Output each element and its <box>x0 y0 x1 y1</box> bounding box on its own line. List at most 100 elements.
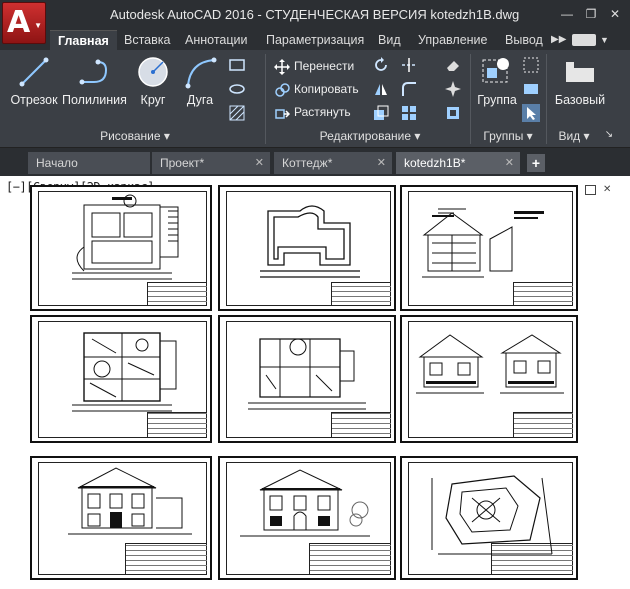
ribbon: Отрезок Полилиния Круг Дуга Рисование ▾ … <box>0 50 630 148</box>
close-icon[interactable]: ✕ <box>377 152 386 174</box>
draw-panel-title[interactable]: Рисование ▾ <box>90 129 180 145</box>
group-edit-icon[interactable] <box>522 80 540 98</box>
close-button[interactable]: ✕ <box>608 7 622 21</box>
ribbon-tab-bar: Главная Вставка Аннотации Параметризация… <box>0 30 630 50</box>
new-tab-button[interactable]: + <box>527 154 545 172</box>
rectangle-icon[interactable] <box>228 56 246 74</box>
more-tabs-icon[interactable]: ▶▶ <box>551 30 566 50</box>
tab-parametric[interactable]: Параметризация <box>266 30 364 50</box>
drawing-area[interactable]: [−][Сверху][2D-каркас] ✕ <box>0 176 630 589</box>
stretch-button[interactable]: Растянуть <box>274 102 351 122</box>
section-drawing <box>422 208 544 278</box>
groups-panel-title[interactable]: Группы ▾ <box>476 129 540 145</box>
drawing-sheet[interactable] <box>400 185 578 311</box>
close-icon[interactable]: ✕ <box>505 152 514 174</box>
line-label: Отрезок <box>10 93 58 107</box>
site-plan-drawing <box>431 475 553 555</box>
drawing-sheet[interactable] <box>400 315 578 443</box>
move-icon <box>274 58 290 75</box>
circle-button[interactable]: Круг <box>130 54 176 107</box>
doc-tab-kotedzh1b[interactable]: kotedzh1B* ✕ <box>396 152 520 174</box>
rotate-icon[interactable] <box>372 56 390 74</box>
modify-panel-title[interactable]: Редактирование ▾ <box>300 129 440 145</box>
doc-tab-project[interactable]: Проект* ✕ <box>152 152 270 174</box>
arc-icon <box>182 54 218 90</box>
scale-icon[interactable] <box>372 104 390 122</box>
panel-divider <box>470 54 471 144</box>
stretch-icon <box>274 105 291 121</box>
line-button[interactable]: Отрезок <box>6 54 62 107</box>
facade-drawing <box>240 469 370 537</box>
chevron-down-icon[interactable]: ▼ <box>600 30 609 50</box>
group-button[interactable]: Группа <box>474 54 520 107</box>
explode-icon[interactable] <box>444 80 462 98</box>
array-icon[interactable] <box>400 104 418 122</box>
copy-icon <box>274 82 290 98</box>
drawing-sheet[interactable] <box>218 185 396 311</box>
drawing-sheet[interactable] <box>218 456 396 580</box>
drawing-sheet[interactable] <box>218 315 396 443</box>
autocad-logo-icon: A <box>7 5 31 40</box>
base-view-label: Базовый <box>554 93 606 107</box>
tab-home[interactable]: Главная <box>50 30 117 50</box>
ellipse-icon[interactable] <box>228 80 246 98</box>
arc-label: Дуга <box>186 93 214 107</box>
drawing-sheet[interactable] <box>30 185 212 311</box>
doc-tab-label: kotedzh1B* <box>404 156 466 170</box>
workspace-toggle-icon[interactable] <box>572 34 596 46</box>
close-icon[interactable]: ✕ <box>603 185 614 195</box>
doc-tab-cottage[interactable]: Коттедж* ✕ <box>274 152 392 174</box>
minimize-button[interactable]: — <box>560 7 574 21</box>
ungroup-icon[interactable] <box>522 56 540 74</box>
document-tab-bar: Начало Проект* ✕ Коттедж* ✕ kotedzh1B* ✕ + <box>0 148 630 176</box>
facade-drawing <box>68 467 192 535</box>
tab-annotate[interactable]: Аннотации <box>185 30 247 50</box>
move-button[interactable]: Перенести <box>274 56 354 76</box>
tab-manage[interactable]: Управление <box>418 30 488 50</box>
arc-button[interactable]: Дуга <box>178 54 222 107</box>
stretch-label: Растянуть <box>294 105 351 119</box>
doc-tab-label: Коттедж* <box>282 156 333 170</box>
polyline-label: Полилиния <box>62 93 127 107</box>
fillet-icon[interactable] <box>400 80 418 98</box>
tab-view[interactable]: Вид <box>378 30 401 50</box>
base-view-button[interactable]: Базовый <box>550 54 610 107</box>
polyline-button[interactable]: Полилиния <box>62 54 127 107</box>
move-label: Перенести <box>294 59 355 73</box>
tab-output[interactable]: Вывод <box>505 30 543 50</box>
restore-icon[interactable] <box>585 185 596 195</box>
copy-button[interactable]: Копировать <box>274 79 359 99</box>
panel-expand-icon[interactable]: ↘ <box>602 129 616 145</box>
group-icon <box>479 54 515 90</box>
panel-divider <box>265 54 266 144</box>
circle-icon <box>135 54 171 90</box>
doc-tab-label: Проект* <box>160 156 205 170</box>
doc-tab-label: Начало <box>36 156 78 170</box>
tab-insert[interactable]: Вставка <box>124 30 170 50</box>
drawing-sheet[interactable] <box>400 456 578 580</box>
title-bar: Autodesk AutoCAD 2016 - СТУДЕНЧЕСКАЯ ВЕР… <box>0 0 630 30</box>
floor-plan-drawing <box>248 338 366 410</box>
close-icon[interactable]: ✕ <box>255 152 264 174</box>
drawing-sheet[interactable] <box>30 456 212 580</box>
trim-icon[interactable] <box>400 56 418 74</box>
group-select-icon[interactable] <box>522 104 540 122</box>
base-view-icon <box>562 54 598 90</box>
application-menu-button[interactable]: A ▼ <box>2 2 46 44</box>
restore-button[interactable]: ❐ <box>584 7 598 21</box>
floor-plan-drawing <box>72 194 179 280</box>
hatch-icon[interactable] <box>228 104 246 122</box>
drawing-sheet[interactable] <box>30 315 212 443</box>
chevron-down-icon: ▼ <box>34 21 42 30</box>
line-icon <box>16 54 52 90</box>
doc-tab-start[interactable]: Начало <box>28 152 150 174</box>
offset-icon[interactable] <box>444 104 462 122</box>
view-panel-title[interactable]: Вид ▾ <box>552 129 596 145</box>
copy-label: Копировать <box>294 82 359 96</box>
polyline-icon <box>76 54 112 90</box>
mirror-icon[interactable] <box>372 80 390 98</box>
panel-divider <box>546 54 547 144</box>
group-label: Группа <box>477 93 517 107</box>
circle-label: Круг <box>140 93 166 107</box>
erase-icon[interactable] <box>444 56 462 74</box>
